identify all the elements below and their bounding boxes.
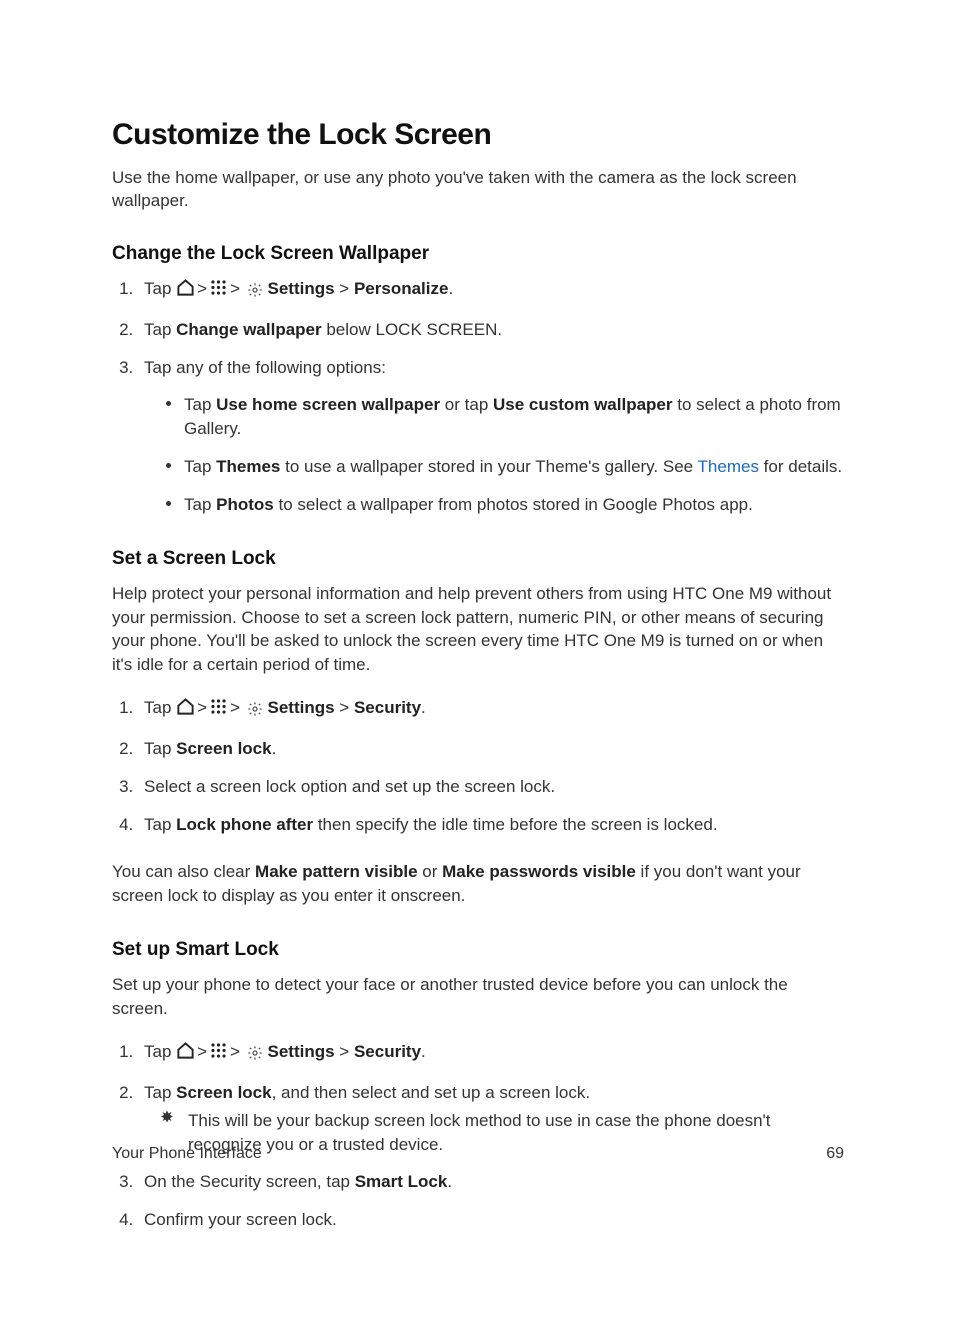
bold-text: Lock phone after — [176, 815, 313, 834]
step-item: Tap Change wallpaper below LOCK SCREEN. — [138, 318, 844, 342]
section-smart-lock: Set up Smart Lock Set up your phone to d… — [112, 939, 844, 1232]
step-text: then specify the idle time before the sc… — [313, 815, 717, 834]
steps-list: Tap > > Settings > Security. Tap Screen l… — [112, 1040, 844, 1232]
bold-text: Use home screen wallpaper — [216, 395, 440, 414]
period: . — [421, 1042, 426, 1061]
section-change-wallpaper: Change the Lock Screen Wallpaper Tap > > … — [112, 243, 844, 517]
step-text: . — [447, 1172, 452, 1191]
bullet-list: Tap Use home screen wallpaper or tap Use… — [144, 393, 844, 516]
bold-text: Make pattern visible — [255, 862, 418, 881]
home-icon — [176, 278, 195, 304]
step-text: , and then select and set up a screen lo… — [272, 1083, 590, 1102]
bold-text: Screen lock — [176, 739, 271, 758]
bold-text: Screen lock — [176, 1083, 271, 1102]
page-footer: Your Phone Interface 69 — [112, 1145, 844, 1163]
step-text: Tap any of the following options: — [144, 358, 386, 377]
separator: > — [230, 698, 240, 717]
security-label: Security — [354, 1042, 421, 1061]
section-heading: Set a Screen Lock — [112, 548, 844, 570]
separator: > — [230, 279, 240, 298]
step-item: On the Security screen, tap Smart Lock. — [138, 1170, 844, 1194]
separator: > — [230, 1042, 240, 1061]
bullet-item: Tap Themes to use a wallpaper stored in … — [166, 455, 844, 479]
period: . — [448, 279, 453, 298]
text: or — [418, 862, 443, 881]
steps-list: Tap > > Settings > Personalize. Tap Chang… — [112, 277, 844, 517]
text: Tap — [184, 457, 216, 476]
apps-grid-icon — [209, 1041, 228, 1067]
text: You can also clear — [112, 862, 255, 881]
bullet-item: Tap Photos to select a wallpaper from ph… — [166, 493, 844, 517]
themes-link[interactable]: Themes — [698, 457, 759, 476]
footer-section: Your Phone Interface — [112, 1145, 262, 1163]
steps-list: Tap > > Settings > Security. Tap Screen l… — [112, 696, 844, 836]
section-intro: Set up your phone to detect your face or… — [112, 973, 844, 1020]
step-text: Tap — [144, 739, 176, 758]
text: Tap — [184, 495, 216, 514]
bold-text: Make passwords visible — [442, 862, 636, 881]
separator: > — [197, 279, 207, 298]
note-icon — [158, 1109, 176, 1134]
settings-label: Settings — [267, 1042, 334, 1061]
apps-grid-icon — [209, 697, 228, 723]
step-item: Tap Screen lock. — [138, 737, 844, 761]
separator: > — [197, 1042, 207, 1061]
page-number: 69 — [826, 1145, 844, 1163]
document-page: Customize the Lock Screen Use the home w… — [0, 0, 954, 1324]
step-text: Tap — [144, 1083, 176, 1102]
security-label: Security — [354, 698, 421, 717]
bold-text: Change wallpaper — [176, 320, 321, 339]
step-text: Tap — [144, 279, 176, 298]
personalize-label: Personalize — [354, 279, 449, 298]
text: to select a wallpaper from photos stored… — [274, 495, 753, 514]
section-heading: Set up Smart Lock — [112, 939, 844, 961]
section-note: You can also clear Make pattern visible … — [112, 860, 844, 907]
home-icon — [176, 1041, 195, 1067]
page-title: Customize the Lock Screen — [112, 118, 844, 152]
bold-text: Smart Lock — [355, 1172, 448, 1191]
period: . — [421, 698, 426, 717]
step-text: Tap — [144, 815, 176, 834]
step-text: below LOCK SCREEN. — [322, 320, 502, 339]
separator: > — [339, 698, 349, 717]
text: or tap — [440, 395, 493, 414]
step-text: Tap — [144, 1042, 176, 1061]
step-item: Tap > > Settings > Security. — [138, 696, 844, 723]
text: for details. — [759, 457, 842, 476]
section-intro: Help protect your personal information a… — [112, 582, 844, 676]
step-text: . — [272, 739, 277, 758]
page-intro: Use the home wallpaper, or use any photo… — [112, 166, 844, 213]
step-text: On the Security screen, tap — [144, 1172, 355, 1191]
separator: > — [197, 698, 207, 717]
apps-grid-icon — [209, 278, 228, 304]
step-item: Select a screen lock option and set up t… — [138, 775, 844, 799]
home-icon — [176, 697, 195, 723]
step-text: Tap — [144, 698, 176, 717]
gear-icon — [247, 699, 263, 723]
step-item: Tap > > Settings > Security. — [138, 1040, 844, 1067]
step-item: Tap > > Settings > Personalize. — [138, 277, 844, 304]
text: Tap — [184, 395, 216, 414]
bold-text: Use custom wallpaper — [493, 395, 673, 414]
bold-text: Themes — [216, 457, 280, 476]
step-item: Tap Lock phone after then specify the id… — [138, 813, 844, 837]
gear-icon — [247, 1043, 263, 1067]
bold-text: Photos — [216, 495, 274, 514]
separator: > — [339, 1042, 349, 1061]
settings-label: Settings — [267, 279, 334, 298]
text: to use a wallpaper stored in your Theme'… — [280, 457, 697, 476]
settings-label: Settings — [267, 698, 334, 717]
section-heading: Change the Lock Screen Wallpaper — [112, 243, 844, 265]
bullet-item: Tap Use home screen wallpaper or tap Use… — [166, 393, 844, 441]
step-item: Tap any of the following options: Tap Us… — [138, 356, 844, 517]
step-text: Tap — [144, 320, 176, 339]
separator: > — [339, 279, 349, 298]
section-screen-lock: Set a Screen Lock Help protect your pers… — [112, 548, 844, 907]
gear-icon — [247, 280, 263, 304]
step-item: Confirm your screen lock. — [138, 1208, 844, 1232]
